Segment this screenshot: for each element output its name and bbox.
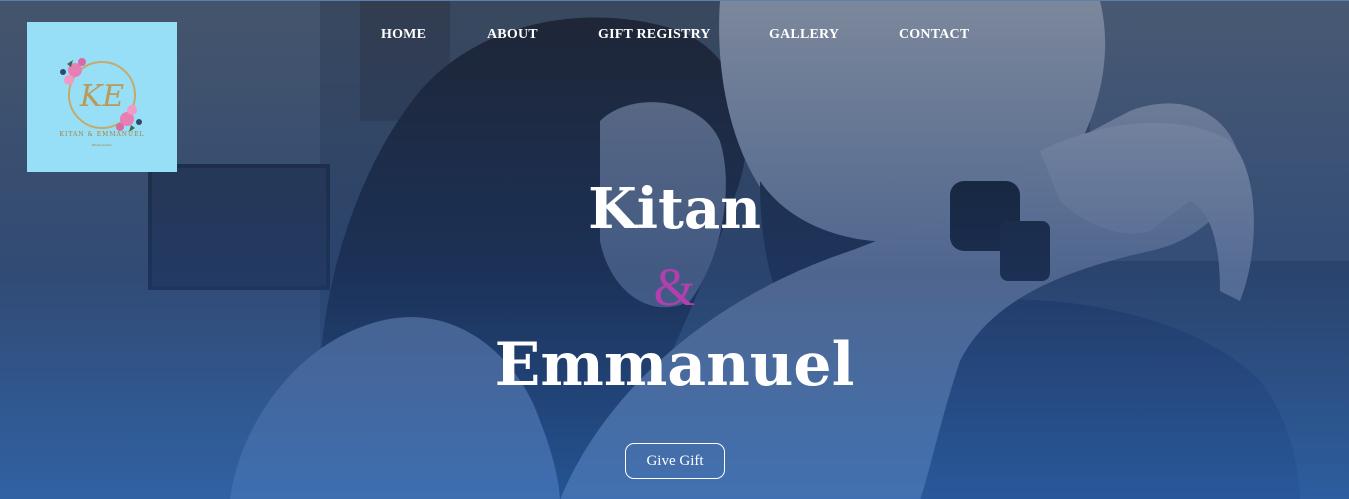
nav-about[interactable]: ABOUT: [487, 27, 538, 43]
hero-second-name: Emmanuel: [494, 330, 855, 400]
nav-gallery[interactable]: GALLERY: [769, 27, 839, 43]
logo-name: KITAN & EMMANUEL: [59, 131, 145, 138]
logo-subtitle: #Kekeimbido: [91, 143, 113, 147]
svg-text:KE: KE: [79, 79, 124, 114]
hero-first-name: Kitan: [588, 176, 761, 242]
nav-home[interactable]: HOME: [381, 27, 426, 43]
hero-ampersand: &: [653, 257, 696, 317]
nav-gift-registry[interactable]: GIFT REGISTRY: [598, 27, 711, 43]
nav-contact[interactable]: CONTACT: [899, 27, 969, 43]
main-nav: HOME ABOUT GIFT REGISTRY GALLERY CONTACT: [0, 27, 1349, 47]
give-gift-button[interactable]: Give Gift: [625, 443, 725, 479]
hero-blue-overlay: [0, 1, 1349, 499]
hero-section: KE KITAN & EMMANUEL #Kekeimbido HOME ABO…: [0, 0, 1349, 499]
